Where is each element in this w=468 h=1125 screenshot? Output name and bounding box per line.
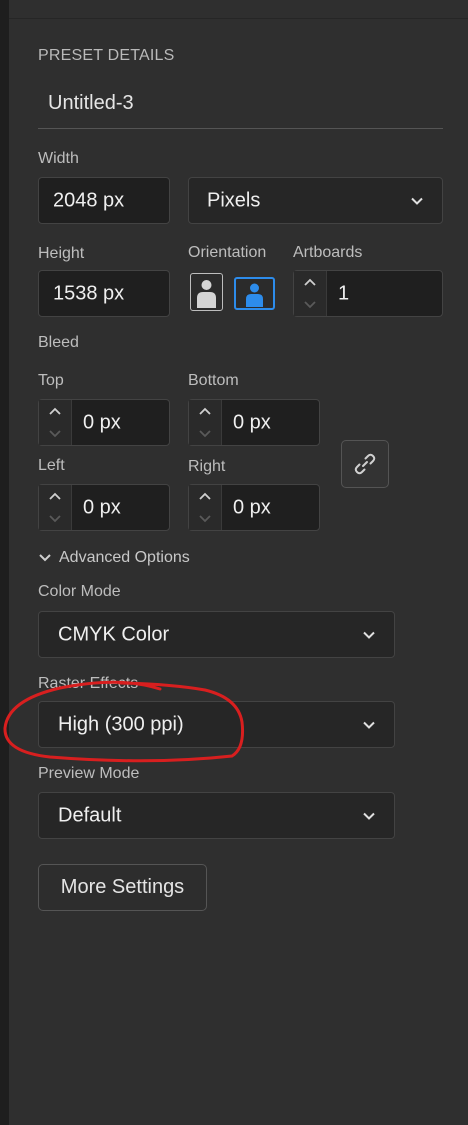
increment-arrow-icon[interactable]: [189, 400, 221, 423]
chevron-down-icon: [362, 718, 376, 732]
raster-effects-value: High (300 ppi): [58, 713, 184, 735]
advanced-options-toggle[interactable]: Advanced Options: [38, 549, 190, 567]
advanced-options-label: Advanced Options: [59, 549, 190, 566]
bleed-bottom-value: 0 px: [233, 411, 271, 433]
increment-arrow-icon[interactable]: [39, 400, 71, 423]
bleed-right-value: 0 px: [233, 496, 271, 518]
height-input[interactable]: 1538 px: [38, 270, 170, 317]
landscape-orientation-button[interactable]: [234, 277, 275, 310]
width-value: 2048 px: [53, 189, 125, 211]
orientation-label: Orientation: [188, 244, 267, 261]
preset-name-text: Untitled-3: [48, 92, 134, 114]
landscape-person-icon: [246, 283, 263, 307]
bleed-left-stepper[interactable]: 0 px: [38, 484, 170, 531]
preview-mode-label: Preview Mode: [38, 765, 140, 782]
preset-name-field[interactable]: Untitled-3: [38, 82, 443, 129]
decrement-arrow-icon[interactable]: [39, 423, 71, 446]
bleed-label: Bleed: [38, 334, 79, 351]
color-mode-label: Color Mode: [38, 583, 121, 600]
artboards-value: 1: [338, 282, 350, 304]
chain-link-icon: [354, 453, 376, 475]
decrement-arrow-icon[interactable]: [39, 508, 71, 531]
chevron-down-icon: [362, 628, 376, 642]
portrait-orientation-button[interactable]: [190, 273, 223, 311]
top-bar: [9, 0, 468, 19]
chevron-down-icon: [362, 809, 376, 823]
artboards-stepper[interactable]: 1: [293, 270, 443, 317]
increment-arrow-icon[interactable]: [189, 485, 221, 508]
left-panel-edge: [0, 0, 9, 1125]
bleed-left-label: Left: [38, 457, 65, 474]
preview-mode-value: Default: [58, 804, 122, 826]
width-label: Width: [38, 150, 79, 167]
bleed-top-value: 0 px: [83, 411, 121, 433]
bleed-bottom-stepper[interactable]: 0 px: [188, 399, 320, 446]
decrement-arrow-icon[interactable]: [294, 294, 326, 317]
decrement-arrow-icon[interactable]: [189, 423, 221, 446]
bleed-bottom-label: Bottom: [188, 372, 239, 389]
units-value: Pixels: [207, 189, 261, 211]
link-bleed-button[interactable]: [341, 440, 389, 488]
chevron-down-icon: [410, 194, 424, 208]
increment-arrow-icon[interactable]: [294, 271, 326, 294]
color-mode-select[interactable]: CMYK Color: [38, 611, 395, 658]
section-title: PRESET DETAILS: [38, 47, 175, 64]
portrait-person-icon: [197, 280, 216, 308]
decrement-arrow-icon[interactable]: [189, 508, 221, 531]
artboards-label: Artboards: [293, 244, 363, 261]
height-value: 1538 px: [53, 282, 125, 304]
chevron-down-icon: [39, 554, 51, 562]
bleed-top-label: Top: [38, 372, 64, 389]
height-label: Height: [38, 245, 85, 262]
more-settings-button[interactable]: More Settings: [38, 864, 207, 911]
preview-mode-select[interactable]: Default: [38, 792, 395, 839]
bleed-right-label: Right: [188, 458, 226, 475]
increment-arrow-icon[interactable]: [39, 485, 71, 508]
raster-effects-label: Raster Effects: [38, 675, 139, 692]
units-select[interactable]: Pixels: [188, 177, 443, 224]
bleed-right-stepper[interactable]: 0 px: [188, 484, 320, 531]
bleed-left-value: 0 px: [83, 496, 121, 518]
width-input[interactable]: 2048 px: [38, 177, 170, 224]
color-mode-value: CMYK Color: [58, 623, 170, 645]
raster-effects-select[interactable]: High (300 ppi): [38, 701, 395, 748]
bleed-top-stepper[interactable]: 0 px: [38, 399, 170, 446]
